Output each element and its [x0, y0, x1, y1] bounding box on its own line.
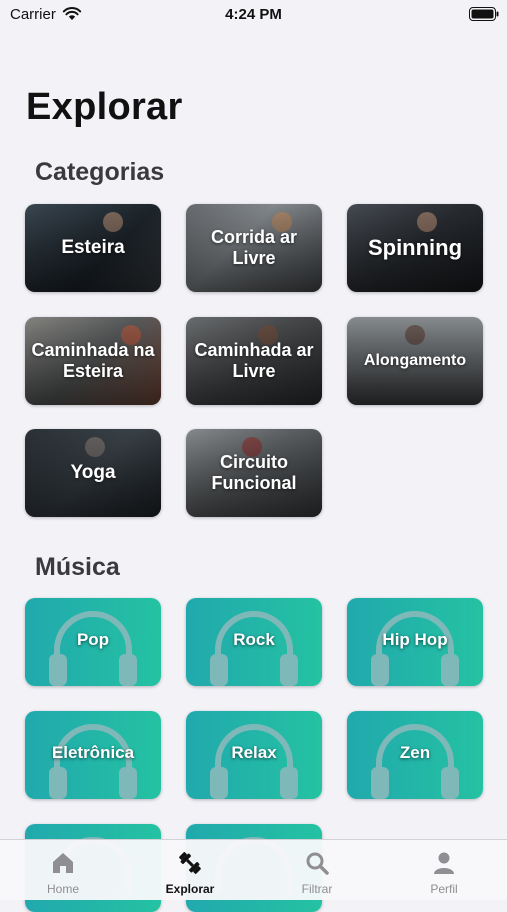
- status-bar: Carrier 4:24 PM: [0, 0, 507, 30]
- category-label: Esteira: [61, 237, 125, 259]
- category-label: Caminhada ar Livre: [194, 340, 314, 381]
- category-label: Circuito Funcional: [211, 452, 297, 493]
- tab-filtrar[interactable]: Filtrar: [254, 840, 380, 900]
- music-tile-zen[interactable]: Zen: [347, 711, 483, 799]
- tab-label: Perfil: [430, 882, 458, 896]
- tab-bar: Home Explorar Filtrar Perfil: [0, 839, 507, 900]
- music-section-title: Música: [35, 553, 120, 581]
- tab-home[interactable]: Home: [0, 840, 126, 900]
- category-label: Spinning: [367, 235, 463, 261]
- search-icon: [306, 852, 329, 875]
- music-label: Hip Hop: [382, 630, 448, 650]
- home-icon: [53, 853, 73, 873]
- category-tile-alongamento[interactable]: Alongamento: [347, 317, 483, 405]
- tab-label: Filtrar: [301, 882, 333, 896]
- tab-perfil[interactable]: Perfil: [381, 840, 507, 900]
- category-label: Corrida ar Livre: [210, 227, 298, 268]
- category-tile-yoga[interactable]: Yoga: [25, 429, 161, 517]
- music-label: Pop: [76, 630, 110, 650]
- category-tile-spinning[interactable]: Spinning: [347, 204, 483, 292]
- music-label: Relax: [231, 743, 277, 763]
- status-time: 4:24 PM: [225, 6, 282, 23]
- categories-section-title: Categorias: [35, 158, 165, 186]
- category-label: Yoga: [70, 462, 116, 484]
- dumbbell-icon: [179, 852, 201, 874]
- category-label: Alongamento: [363, 351, 467, 369]
- music-label: Zen: [399, 743, 431, 763]
- tab-explorar[interactable]: Explorar: [127, 840, 253, 900]
- category-tile-caminhada-na-esteira[interactable]: Caminhada na Esteira: [25, 317, 161, 405]
- music-tile-rock[interactable]: Rock: [186, 598, 322, 686]
- tab-label: Explorar: [165, 882, 215, 896]
- music-label: Eletrônica: [51, 743, 135, 763]
- page-title: Explorar: [26, 86, 183, 128]
- person-icon: [434, 852, 454, 874]
- music-tile-relax[interactable]: Relax: [186, 711, 322, 799]
- category-tile-corrida-ar-livre[interactable]: Corrida ar Livre: [186, 204, 322, 292]
- music-label: Rock: [233, 630, 275, 650]
- category-tile-circuito-funcional[interactable]: Circuito Funcional: [186, 429, 322, 517]
- battery-icon: [469, 7, 499, 21]
- category-tile-caminhada-ar-livre[interactable]: Caminhada ar Livre: [186, 317, 322, 405]
- tab-label: Home: [46, 882, 79, 896]
- music-tile-pop[interactable]: Pop: [25, 598, 161, 686]
- category-tile-esteira[interactable]: Esteira: [25, 204, 161, 292]
- music-tile-hip-hop[interactable]: Hip Hop: [347, 598, 483, 686]
- music-tile-eletronica[interactable]: Eletrônica: [25, 711, 161, 799]
- category-label: Caminhada na Esteira: [31, 340, 155, 381]
